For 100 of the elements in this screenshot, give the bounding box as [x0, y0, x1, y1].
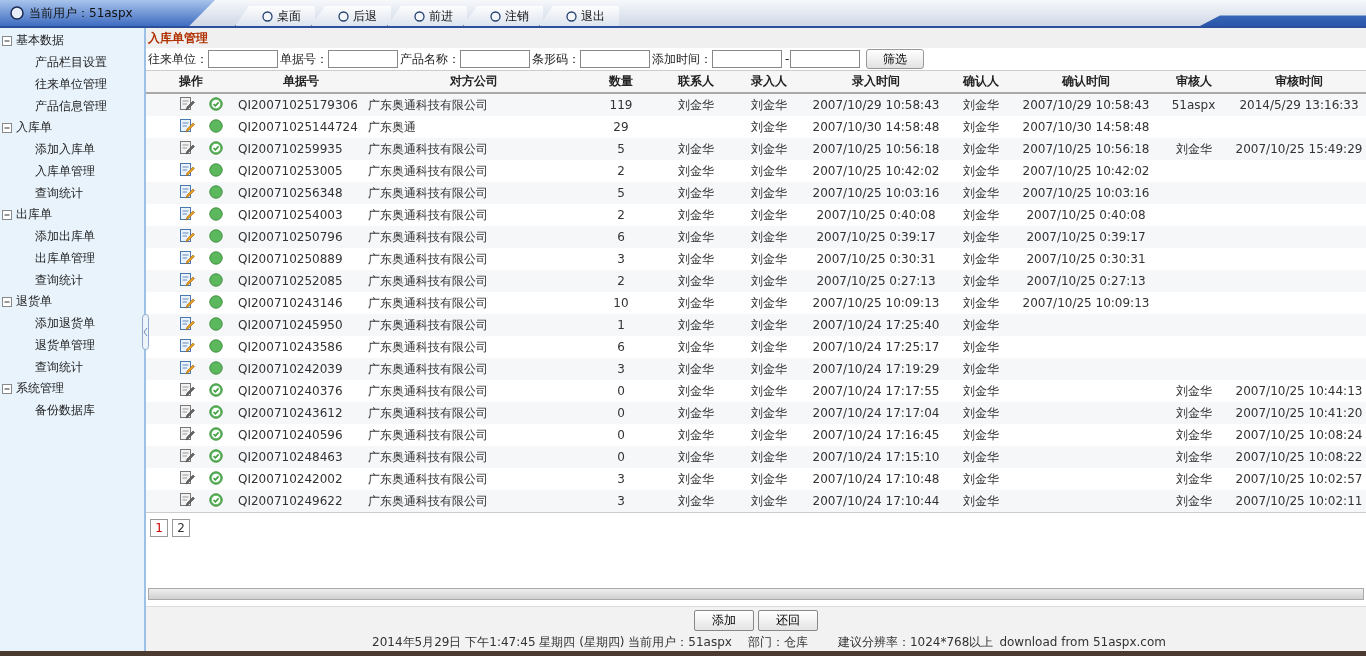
table-cell: QI200710245950 — [238, 318, 343, 332]
action-button[interactable]: 添加 — [694, 609, 754, 631]
edit-icon[interactable] — [179, 293, 195, 310]
input-field[interactable] — [460, 50, 530, 68]
edit-icon[interactable] — [179, 205, 195, 222]
edit-icon[interactable] — [179, 337, 195, 354]
status-dot-icon[interactable] — [209, 316, 223, 331]
page-button[interactable]: 2 — [172, 519, 190, 537]
sidebar-group[interactable]: 入库单 — [16, 119, 52, 136]
status-dot-icon[interactable] — [209, 206, 223, 221]
status-dot-icon[interactable] — [209, 294, 223, 309]
edit-icon[interactable] — [179, 403, 195, 420]
table-cell: 刘金华 — [963, 295, 999, 310]
nav-button[interactable]: 前进 — [387, 6, 467, 26]
toggle-icon[interactable] — [2, 296, 12, 307]
sidebar-item[interactable]: 入库单管理 — [0, 160, 144, 182]
input-field[interactable] — [208, 50, 278, 68]
sidebar-item[interactable]: 产品信息管理 — [0, 95, 144, 117]
sidebar-item[interactable]: 查询统计 — [0, 182, 144, 204]
sidebar-item[interactable]: 添加退货单 — [0, 312, 144, 334]
sidebar-item[interactable]: 出库单管理 — [0, 247, 144, 269]
toggle-icon[interactable] — [2, 35, 12, 46]
status-dot-icon[interactable] — [209, 228, 223, 243]
check-circle-icon[interactable] — [209, 426, 223, 441]
action-button[interactable]: 还回 — [758, 609, 818, 631]
edit-icon[interactable] — [179, 95, 195, 112]
table-cell: 2007/10/25 0:39:17 — [816, 230, 936, 244]
nav-button[interactable]: 后退 — [311, 6, 391, 26]
check-circle-icon[interactable] — [209, 382, 223, 397]
status-dot-icon[interactable] — [209, 250, 223, 265]
edit-icon[interactable] — [179, 469, 195, 486]
check-circle-icon[interactable] — [209, 140, 223, 155]
nav-button[interactable]: 桌面 — [235, 6, 315, 26]
sidebar-item[interactable]: 添加入库单 — [0, 138, 144, 160]
sidebar-group[interactable]: 退货单 — [16, 293, 52, 310]
table-cell: 刘金华 — [750, 229, 787, 244]
table-cell: 2007/10/25 0:39:17 — [1026, 230, 1146, 244]
sidebar-item[interactable]: 备份数据库 — [0, 399, 144, 421]
sidebar-item[interactable]: 产品栏目设置 — [0, 51, 144, 73]
edit-icon[interactable] — [179, 183, 195, 200]
status-dot-icon[interactable] — [209, 118, 223, 133]
status-dot-icon[interactable] — [209, 184, 223, 199]
check-circle-icon[interactable] — [209, 96, 223, 111]
horizontal-scrollbar[interactable] — [148, 588, 1364, 600]
sidebar-item[interactable]: 往来单位管理 — [0, 73, 144, 95]
sidebar-item[interactable]: 退货单管理 — [0, 334, 144, 356]
status-dot-icon[interactable] — [209, 272, 223, 287]
toggle-icon[interactable] — [2, 122, 12, 133]
edit-icon[interactable] — [179, 249, 195, 266]
edit-icon[interactable] — [179, 271, 195, 288]
edit-icon[interactable] — [179, 227, 195, 244]
table-cell: 2007/10/25 10:09:13 — [1022, 296, 1150, 310]
input-field[interactable] — [328, 50, 398, 68]
toggle-icon[interactable] — [2, 209, 12, 220]
sidebar-group[interactable]: 基本数据 — [16, 32, 64, 49]
status-dot-icon[interactable] — [209, 338, 223, 353]
sidebar-item[interactable]: 添加出库单 — [0, 225, 144, 247]
table-cell: 刘金华 — [963, 273, 999, 288]
sidebar-group[interactable]: 系统管理 — [16, 380, 64, 397]
status-dot-icon[interactable] — [209, 360, 223, 375]
nav-button[interactable]: 注销 — [463, 6, 543, 26]
table-cell: 2007/10/25 0:27:13 — [816, 274, 936, 288]
edit-icon[interactable] — [179, 381, 195, 398]
table-cell: 广东奥通科技有限公司 — [368, 405, 488, 420]
edit-icon[interactable] — [179, 161, 195, 178]
table-cell: 广东奥通科技有限公司 — [368, 273, 488, 288]
check-circle-icon[interactable] — [209, 492, 223, 507]
check-circle-icon[interactable] — [209, 404, 223, 419]
page-button[interactable]: 1 — [150, 519, 168, 537]
table-cell: 刘金华 — [963, 471, 999, 486]
edit-icon[interactable] — [179, 491, 195, 508]
sidebar-item[interactable]: 查询统计 — [0, 356, 144, 378]
table-cell: 2007/10/25 10:08:24 — [1235, 428, 1363, 442]
check-circle-icon[interactable] — [209, 470, 223, 485]
table-cell: 51aspx — [1171, 98, 1216, 112]
check-circle-icon[interactable] — [209, 448, 223, 463]
nav-button[interactable]: 退出 — [539, 6, 619, 26]
table-cell: 刘金华 — [750, 207, 787, 222]
table-cell: 2007/10/29 10:58:43 — [1022, 98, 1150, 112]
table-cell: 刘金华 — [750, 427, 787, 442]
table-cell: 2007/10/25 10:03:16 — [812, 186, 940, 200]
status-resolution: 建议分辨率：1024*768以上 — [837, 633, 994, 651]
edit-icon[interactable] — [179, 447, 195, 464]
filter-button[interactable]: 筛选 — [866, 49, 925, 69]
collapse-handle[interactable] — [142, 314, 149, 350]
date-field[interactable] — [712, 50, 782, 68]
sidebar-item[interactable]: 查询统计 — [0, 269, 144, 291]
date-field[interactable] — [790, 50, 861, 68]
status-dot-icon[interactable] — [209, 162, 223, 177]
edit-icon[interactable] — [179, 359, 195, 376]
edit-icon[interactable] — [179, 315, 195, 332]
edit-icon[interactable] — [179, 117, 195, 134]
input-field[interactable] — [580, 50, 650, 68]
table-cell: 2007/10/24 17:15:10 — [812, 450, 940, 464]
sidebar-group[interactable]: 出库单 — [16, 206, 52, 223]
table-cell: QI200710243146 — [238, 296, 343, 310]
toggle-icon[interactable] — [2, 383, 12, 394]
table-cell: 刘金华 — [678, 97, 714, 112]
edit-icon[interactable] — [179, 139, 195, 156]
edit-icon[interactable] — [179, 425, 195, 442]
